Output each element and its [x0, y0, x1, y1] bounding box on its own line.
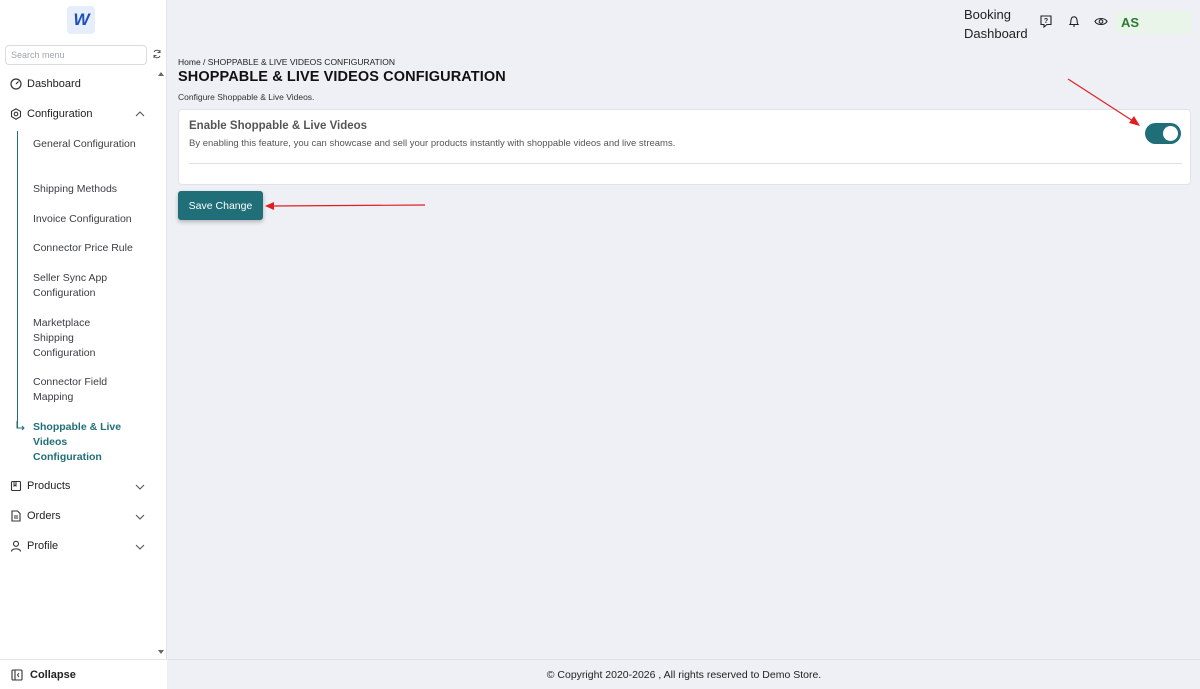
nav-dashboard-label: Dashboard [27, 78, 81, 90]
dashboard-icon [10, 78, 22, 90]
main-content-area [168, 0, 1200, 659]
header-title-line2: Dashboard [964, 26, 1028, 41]
footer-copyright: © Copyright 2020-2026 , All rights reser… [546, 669, 822, 681]
submenu-seller-sync-app-configuration[interactable]: Seller Sync App Configuration [33, 271, 123, 301]
scroll-up-arrow[interactable] [158, 72, 164, 76]
bell-icon[interactable] [1068, 15, 1080, 28]
logo-text: W [73, 10, 89, 29]
setting-title: Enable Shoppable & Live Videos [189, 120, 368, 132]
header-title: Booking Dashboard [964, 5, 1028, 43]
orders-icon [11, 510, 21, 522]
nav-configuration-label: Configuration [27, 108, 93, 120]
nav-dashboard[interactable]: Dashboard [10, 78, 81, 90]
submenu-marketplace-shipping-configuration[interactable]: Marketplace Shipping Configuration [33, 316, 113, 361]
chevron-down-icon[interactable] [135, 513, 145, 521]
setting-description: By enabling this feature, you can showca… [189, 138, 676, 149]
submenu-shoppable-live-videos-configuration[interactable]: Shoppable & Live Videos Configuration [33, 420, 128, 465]
nav-profile[interactable]: Profile [10, 540, 58, 552]
breadcrumb-current: SHOPPABLE & LIVE VIDEOS CONFIGURATION [207, 57, 395, 67]
collapse-button[interactable]: Collapse [0, 659, 167, 689]
search-menu-field [5, 45, 147, 65]
app-logo[interactable]: W [67, 6, 95, 34]
help-icon[interactable]: ? [1040, 15, 1052, 28]
submenu-line [17, 131, 18, 428]
active-indicator-icon [16, 421, 25, 431]
breadcrumb-separator: / [200, 57, 208, 67]
footer: © Copyright 2020-2026 , All rights reser… [168, 659, 1200, 689]
sidebar: W Dashboard Configuration General Config… [0, 0, 167, 689]
enable-shoppable-toggle[interactable] [1145, 123, 1181, 144]
products-icon [10, 480, 22, 492]
chevron-down-icon[interactable] [135, 543, 145, 551]
save-change-button[interactable]: Save Change [178, 191, 263, 220]
submenu-connector-field-mapping[interactable]: Connector Field Mapping [33, 375, 123, 405]
nav-products-label: Products [27, 480, 71, 492]
search-menu-input[interactable] [5, 45, 147, 65]
nav-orders-label: Orders [27, 510, 61, 522]
collapse-label: Collapse [30, 668, 76, 681]
nav-products[interactable]: Products [10, 480, 70, 492]
scroll-down-arrow[interactable] [158, 650, 164, 654]
refresh-icon[interactable] [152, 49, 162, 59]
nav-configuration[interactable]: Configuration [10, 108, 92, 120]
breadcrumb-home-link[interactable]: Home [178, 57, 201, 67]
breadcrumb: Home / SHOPPABLE & LIVE VIDEOS CONFIGURA… [178, 57, 395, 67]
header-title-line1: Booking [964, 7, 1011, 22]
toggle-knob [1163, 126, 1178, 141]
chevron-up-icon[interactable] [135, 110, 145, 118]
eye-icon[interactable] [1094, 15, 1108, 28]
user-avatar[interactable]: AS [1116, 11, 1192, 34]
setting-card: Enable Shoppable & Live Videos By enabli… [178, 109, 1191, 185]
submenu-connector-price-rule[interactable]: Connector Price Rule [33, 241, 143, 256]
svg-text:?: ? [1044, 18, 1048, 25]
page-title: SHOPPABLE & LIVE VIDEOS CONFIGURATION [178, 69, 506, 85]
collapse-icon [11, 668, 23, 681]
card-divider [189, 163, 1182, 164]
user-icon [10, 540, 22, 552]
submenu-invoice-configuration[interactable]: Invoice Configuration [33, 212, 143, 227]
page-subtitle: Configure Shoppable & Live Videos. [178, 92, 315, 102]
submenu-shipping-methods[interactable]: Shipping Methods [33, 182, 143, 197]
nav-profile-label: Profile [27, 540, 59, 552]
chevron-down-icon[interactable] [135, 483, 145, 491]
settings-icon [10, 108, 22, 120]
submenu-general-configuration[interactable]: General Configuration [33, 137, 143, 152]
nav-orders[interactable]: Orders [10, 510, 61, 522]
